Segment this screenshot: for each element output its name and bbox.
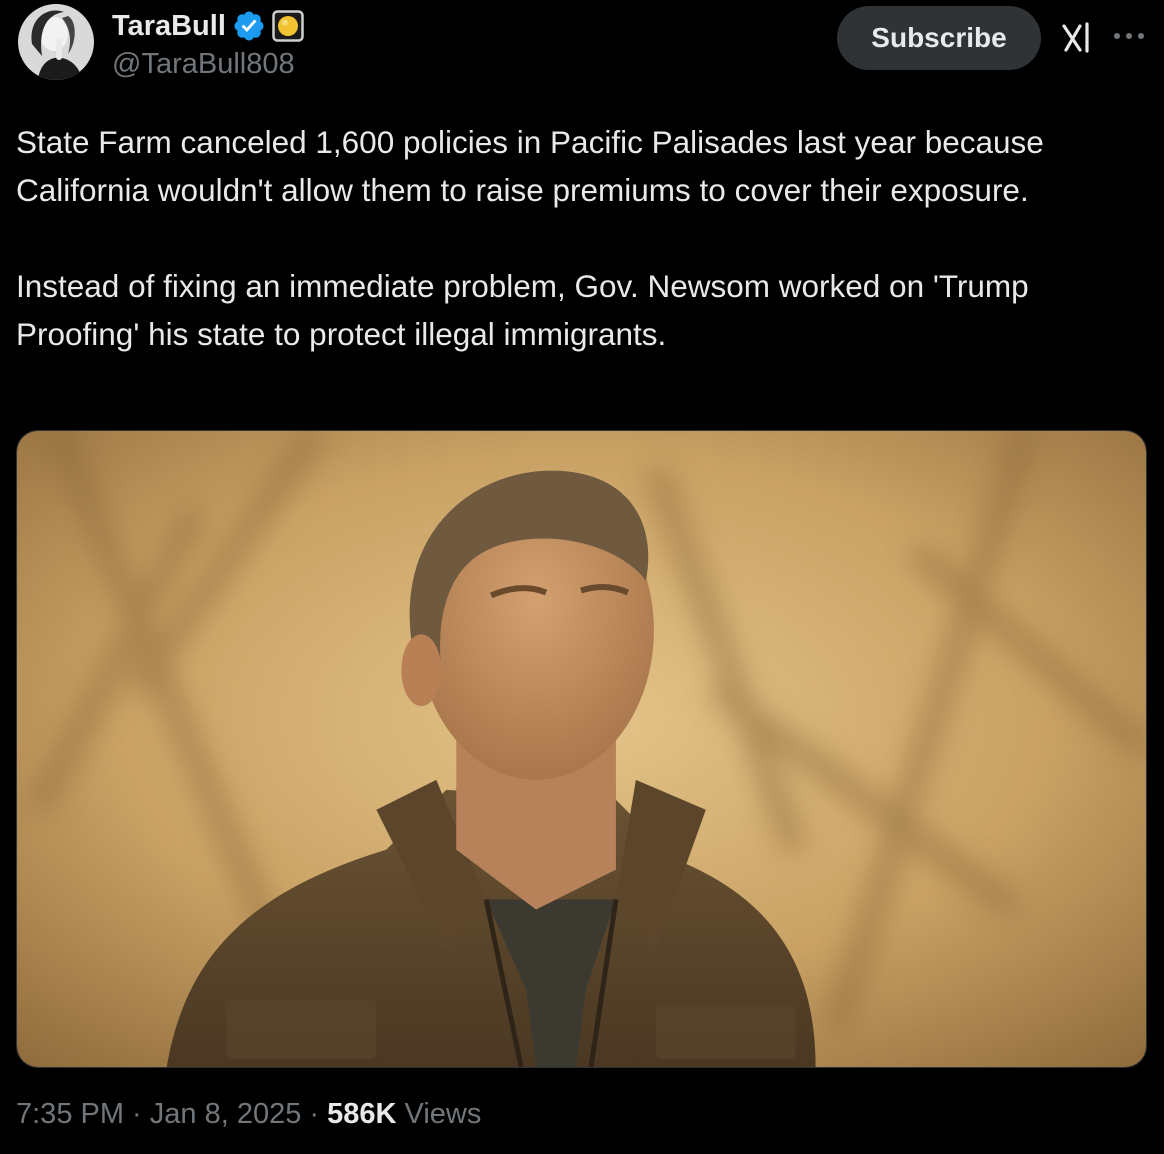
grok-icon[interactable] — [1058, 20, 1094, 56]
tweet-photo[interactable] — [16, 430, 1147, 1068]
views-label: Views — [404, 1098, 482, 1130]
avatar[interactable] — [18, 4, 94, 80]
more-horizontal-icon[interactable] — [1112, 24, 1146, 48]
yellow-circle-badge-icon[interactable] — [272, 10, 304, 42]
views-count: 586K — [327, 1098, 397, 1130]
tweet-timestamp[interactable]: 7:35 PM · Jan 8, 2025 — [16, 1098, 301, 1130]
tweet-paragraph: Instead of fixing an immediate problem, … — [16, 268, 1029, 352]
tweet-date: Jan 8, 2025 — [149, 1098, 302, 1130]
verified-badge-icon[interactable] — [232, 9, 266, 43]
meta-separator: · — [124, 1098, 150, 1130]
meta-separator: · — [301, 1098, 328, 1130]
tweet-text: State Farm canceled 1,600 policies in Pa… — [16, 118, 1151, 358]
tweet-time: 7:35 PM — [16, 1098, 124, 1130]
author-name-row: TaraBull — [112, 8, 304, 44]
tweet-paragraph: State Farm canceled 1,600 policies in Pa… — [16, 124, 1044, 208]
author-handle[interactable]: @TaraBull808 — [112, 48, 295, 81]
tweet: TaraBull @TaraBull808 Subscribe State Fa… — [0, 0, 1164, 1154]
tweet-meta: 7:35 PM · Jan 8, 2025 · 586K Views — [16, 1098, 481, 1131]
subscribe-button[interactable]: Subscribe — [837, 6, 1041, 70]
author-display-name[interactable]: TaraBull — [112, 10, 226, 43]
